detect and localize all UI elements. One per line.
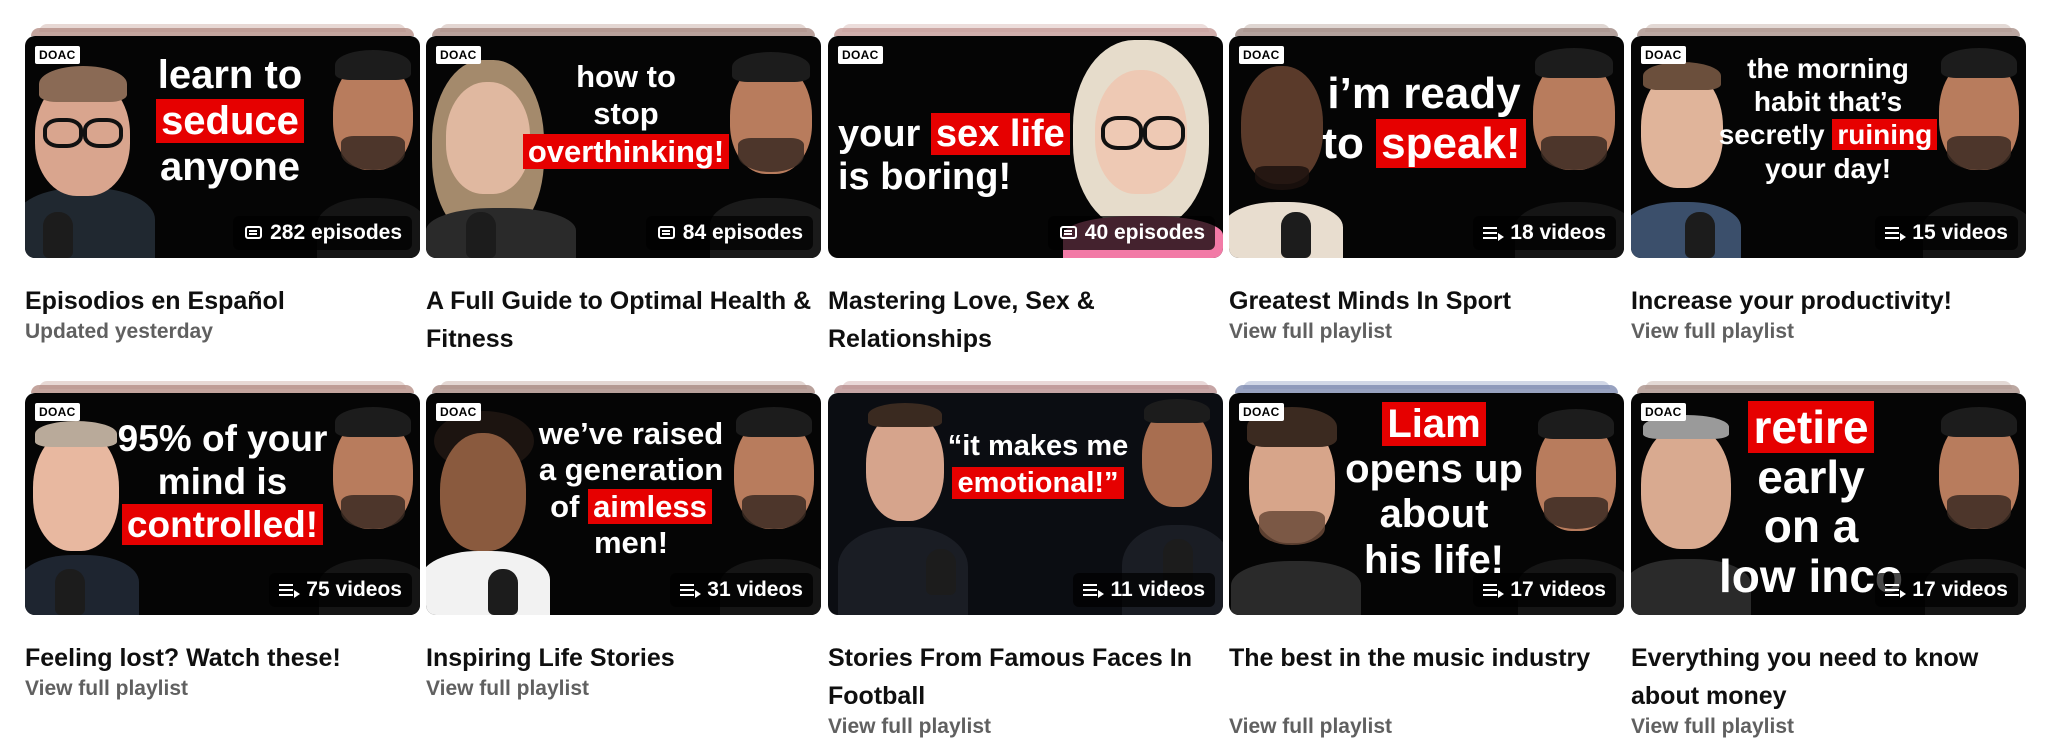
playlist-icon xyxy=(1885,225,1907,241)
playlist-icon xyxy=(680,582,702,598)
doac-logo: DOAC xyxy=(35,46,80,64)
thumbnail-headline: retire early on a low inco xyxy=(1719,401,1903,603)
playlist-icon xyxy=(1483,582,1505,598)
playlist-subtitle[interactable]: View full playlist xyxy=(1229,320,1392,344)
playlist-icon xyxy=(1885,582,1907,598)
playlist-stack xyxy=(1229,381,1624,393)
playlist-subtitle[interactable]: View full playlist xyxy=(1229,715,1392,739)
video-count-badge: 11 videos xyxy=(1073,573,1215,607)
playlist-thumbnail[interactable]: DOAC retire early on a low inco 17 video… xyxy=(1631,393,2026,615)
playlist-stack xyxy=(426,24,821,36)
thumbnail-headline: how to stop overthinking! xyxy=(521,60,731,169)
playlist-thumbnail[interactable]: DOAC “it makes me emotional!” 11 videos xyxy=(828,393,1223,615)
podcast-icon xyxy=(656,225,676,241)
playlist-subtitle: Updated yesterday xyxy=(25,320,213,343)
video-count-badge: 17 videos xyxy=(1473,573,1616,607)
playlist-subtitle[interactable]: View full playlist xyxy=(426,677,589,701)
video-count-badge: 17 videos xyxy=(1875,573,2018,607)
playlist-thumbnail[interactable]: DOAC how to stop overthinking! 84 episod… xyxy=(426,36,821,258)
playlist-icon xyxy=(279,582,301,598)
playlist-stack xyxy=(1631,24,2026,36)
playlist-thumbnail[interactable]: DOAC i’m ready to speak! 18 videos xyxy=(1229,36,1624,258)
thumbnail-headline: your sex life is boring! xyxy=(838,113,1073,198)
playlist-title[interactable]: Stories From Famous Faces In Football xyxy=(828,639,1218,715)
podcast-icon xyxy=(1058,225,1078,241)
video-count-badge: 18 videos xyxy=(1473,216,1616,250)
playlist-thumbnail[interactable]: DOAC 95% of your mind is controlled! 75 … xyxy=(25,393,420,615)
playlist-title[interactable]: Greatest Minds In Sport xyxy=(1229,282,1619,320)
playlist-stack xyxy=(25,24,420,36)
playlist-stack xyxy=(1229,24,1624,36)
playlist-thumbnail[interactable]: DOAC the morning habit that’s secretly r… xyxy=(1631,36,2026,258)
thumbnail-headline: learn to seduce anyone xyxy=(156,53,304,190)
playlist-thumbnail[interactable]: DOAC Liam opens up about his life! 17 vi… xyxy=(1229,393,1624,615)
playlists-grid: DOAC learn to seduce anyone 282 episodes… xyxy=(0,0,2048,753)
playlist-title[interactable]: Mastering Love, Sex & Relationships xyxy=(828,282,1218,358)
video-count-badge: 31 videos xyxy=(670,573,813,607)
thumbnail-headline: i’m ready to speak! xyxy=(1319,70,1529,168)
playlist-stack xyxy=(426,381,821,393)
playlist-title[interactable]: Everything you need to know about money xyxy=(1631,639,2021,715)
playlist-subtitle[interactable]: View full playlist xyxy=(1631,320,1794,344)
doac-logo: DOAC xyxy=(1641,46,1686,64)
playlist-title[interactable]: A Full Guide to Optimal Health & Fitness xyxy=(426,282,816,358)
playlist-title[interactable]: Episodios en Español xyxy=(25,282,415,320)
video-count-badge: 75 videos xyxy=(269,573,412,607)
video-count-badge: 84 episodes xyxy=(645,216,813,250)
video-count-badge: 15 videos xyxy=(1875,216,2018,250)
thumbnail-headline: 95% of your mind is controlled! xyxy=(117,418,328,545)
playlist-icon xyxy=(1483,225,1505,241)
playlist-title[interactable]: Inspiring Life Stories xyxy=(426,639,816,677)
playlist-subtitle[interactable]: View full playlist xyxy=(25,677,188,701)
playlist-stack xyxy=(828,381,1223,393)
thumbnail-headline: “it makes me emotional!” xyxy=(947,430,1129,500)
video-count-badge: 40 episodes xyxy=(1047,216,1215,250)
thumbnail-headline: the morning habit that’s secretly ruinin… xyxy=(1713,53,1943,184)
doac-logo: DOAC xyxy=(35,403,80,421)
doac-logo: DOAC xyxy=(1239,46,1284,64)
doac-logo: DOAC xyxy=(436,403,481,421)
doac-logo: DOAC xyxy=(1239,403,1284,421)
playlist-title[interactable]: The best in the music industry xyxy=(1229,639,1619,677)
thumbnail-headline: Liam opens up about his life! xyxy=(1345,402,1523,582)
playlist-stack xyxy=(1631,381,2026,393)
playlist-subtitle[interactable]: View full playlist xyxy=(828,715,991,739)
doac-logo: DOAC xyxy=(838,46,883,64)
playlist-subtitle[interactable]: View full playlist xyxy=(1631,715,1794,739)
thumbnail-headline: we’ve raised a generation of aimless men… xyxy=(538,416,724,561)
playlist-thumbnail[interactable]: DOAC we’ve raised a generation of aimles… xyxy=(426,393,821,615)
playlist-stack xyxy=(25,381,420,393)
playlist-title[interactable]: Feeling lost? Watch these! xyxy=(25,639,415,677)
guest-portrait xyxy=(1231,393,1361,615)
playlist-icon xyxy=(1083,582,1105,598)
playlist-title[interactable]: Increase your productivity! xyxy=(1631,282,2021,320)
video-count-badge: 282 episodes xyxy=(233,216,412,250)
playlist-thumbnail[interactable]: DOAC your sex life is boring! 40 episode… xyxy=(828,36,1223,258)
doac-logo: DOAC xyxy=(436,46,481,64)
playlist-thumbnail[interactable]: DOAC learn to seduce anyone 282 episodes xyxy=(25,36,420,258)
playlist-stack xyxy=(828,24,1223,36)
podcast-icon xyxy=(243,225,263,241)
